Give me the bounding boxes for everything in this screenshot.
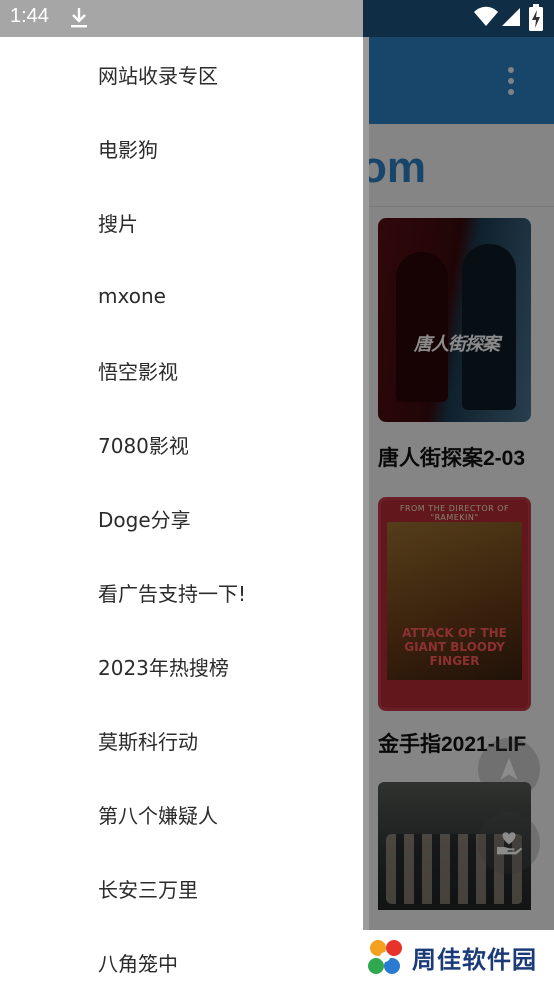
drawer-item-mxone[interactable]: mxone (0, 259, 363, 333)
signal-icon (502, 8, 520, 26)
watermark-text: 周佳软件园 (412, 945, 537, 974)
drawer-item-site-collection[interactable]: 网站收录专区 (0, 37, 363, 111)
drawer-item-wukong[interactable]: 悟空影视 (0, 333, 363, 407)
watermark: 周佳软件园 (360, 930, 554, 984)
status-time: 1:44 (10, 5, 49, 27)
drawer-item-changan[interactable]: 长安三万里 (0, 851, 363, 925)
status-bar: 1:44 (0, 0, 554, 37)
wifi-icon (474, 6, 498, 26)
drawer-item-soupian[interactable]: 搜片 (0, 185, 363, 259)
drawer-item-doge[interactable]: Doge分享 (0, 481, 363, 555)
download-icon (71, 8, 87, 28)
drawer-item-eighth-suspect[interactable]: 第八个嫌疑人 (0, 777, 363, 851)
drawer-scrollbar[interactable] (363, 37, 369, 932)
drawer-item-ad-support[interactable]: 看广告支持一下! (0, 555, 363, 629)
drawer-item-bajiaolongzhong[interactable]: 八角笼中 (0, 925, 363, 984)
drawer-item-7080[interactable]: 7080影视 (0, 407, 363, 481)
pinwheel-logo-icon (368, 940, 402, 974)
drawer-item-dianyinggou[interactable]: 电影狗 (0, 111, 363, 185)
drawer-item-moscow-mission[interactable]: 莫斯科行动 (0, 703, 363, 777)
battery-charging-icon (529, 4, 543, 31)
drawer-item-hot-search-2023[interactable]: 2023年热搜榜 (0, 629, 363, 703)
navigation-drawer: 网站收录专区 电影狗 搜片 mxone 悟空影视 7080影视 Doge分享 看… (0, 0, 363, 984)
